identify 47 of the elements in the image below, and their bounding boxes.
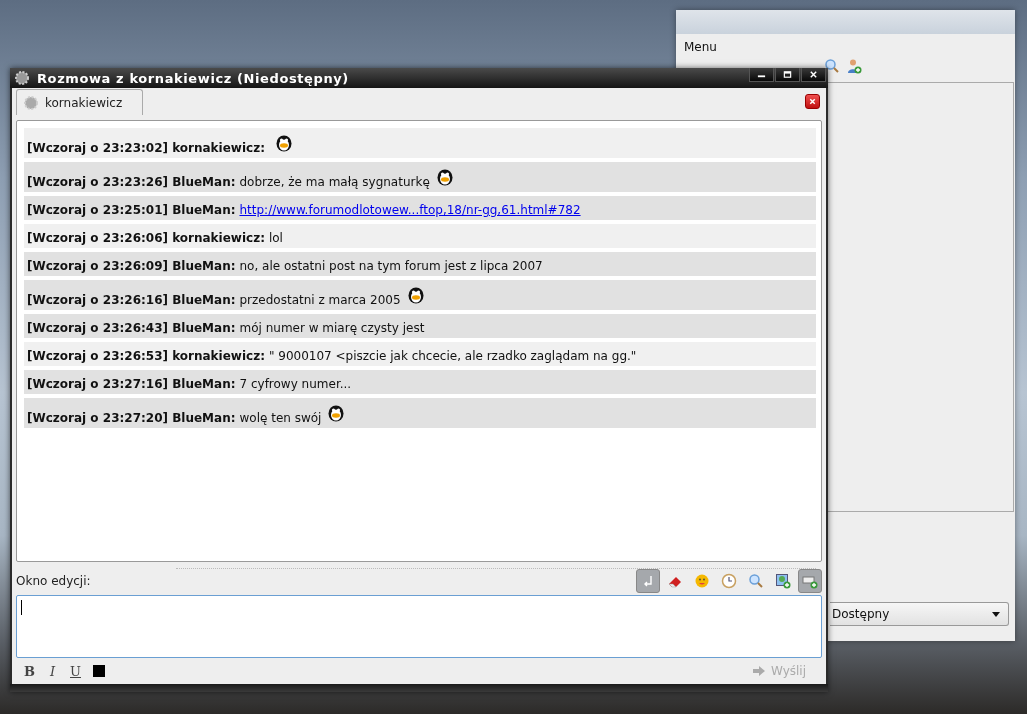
message-header: [Wczoraj o 23:26:16] BlueMan:: [27, 293, 236, 308]
search-icon: [748, 573, 764, 590]
message-text: wolę ten swój: [239, 411, 322, 426]
status-dropdown[interactable]: Dostępny: [830, 602, 1009, 626]
message-text: lol: [268, 231, 283, 246]
italic-button[interactable]: I: [41, 661, 64, 682]
image-icon: [775, 573, 791, 590]
bold-button[interactable]: B: [18, 661, 41, 682]
chat-tab[interactable]: kornakiewicz: [16, 89, 144, 116]
maximize-icon: [783, 70, 792, 79]
window-title: Rozmowa z kornakiewicz (Niedostępny): [37, 70, 349, 86]
minimize-button[interactable]: [749, 68, 774, 82]
gear-icon: [23, 94, 39, 111]
search-icon[interactable]: [824, 58, 840, 74]
enter-tool-button[interactable]: [636, 569, 660, 594]
message-header: [Wczoraj o 23:27:16] BlueMan:: [27, 377, 236, 392]
edit-label: Okno edycji:: [16, 574, 91, 589]
message-text: 7 cyfrowy numer...: [239, 377, 352, 392]
gear-icon: [14, 70, 30, 87]
message-header: [Wczoraj o 23:27:20] BlueMan:: [27, 411, 236, 426]
message-header: [Wczoraj o 23:23:26] BlueMan:: [27, 175, 236, 190]
arrow-icon: [753, 666, 765, 677]
menu-item[interactable]: Menu: [684, 40, 717, 54]
close-tab-button[interactable]: [805, 94, 820, 110]
message-link[interactable]: http://www.forumodlotowew...ftop,18/nr-gg,61.html#782: [239, 203, 581, 218]
add-tool-button[interactable]: [798, 569, 822, 594]
emoticon-icon: [694, 573, 710, 590]
add-icon: [802, 573, 818, 590]
underline-button[interactable]: U: [64, 661, 87, 682]
add-user-icon[interactable]: [846, 58, 862, 74]
message-text: mój numer w miarę czysty jest: [239, 321, 425, 336]
close-button[interactable]: [801, 68, 826, 82]
message-text: no, ale ostatni post na tym forum jest z lipca 2007: [239, 259, 543, 274]
clock-icon: [721, 573, 737, 590]
message-header: [Wczoraj o 23:23:02] kornakiewicz:: [27, 141, 265, 156]
close-icon: [808, 97, 817, 107]
message-header: [Wczoraj o 23:26:53] kornakiewicz:: [27, 349, 265, 364]
message-input-field[interactable]: [16, 595, 822, 659]
message-header: [Wczoraj o 23:26:06] kornakiewicz:: [27, 231, 265, 246]
message-header: [Wczoraj o 23:26:43] BlueMan:: [27, 321, 236, 336]
message-text: przedostatni z marca 2005: [239, 293, 401, 308]
maximize-button[interactable]: [775, 68, 800, 82]
message-text: " 9000107 <piszcie jak chcecie, ale rzadko zaglądam na gg.": [268, 349, 637, 364]
message-header: [Wczoraj o 23:26:09] BlueMan:: [27, 259, 236, 274]
message-header: [Wczoraj o 23:25:01] BlueMan:: [27, 203, 236, 218]
close-icon: [809, 70, 818, 79]
message-text: dobrze, że ma małą sygnaturkę: [239, 175, 430, 190]
